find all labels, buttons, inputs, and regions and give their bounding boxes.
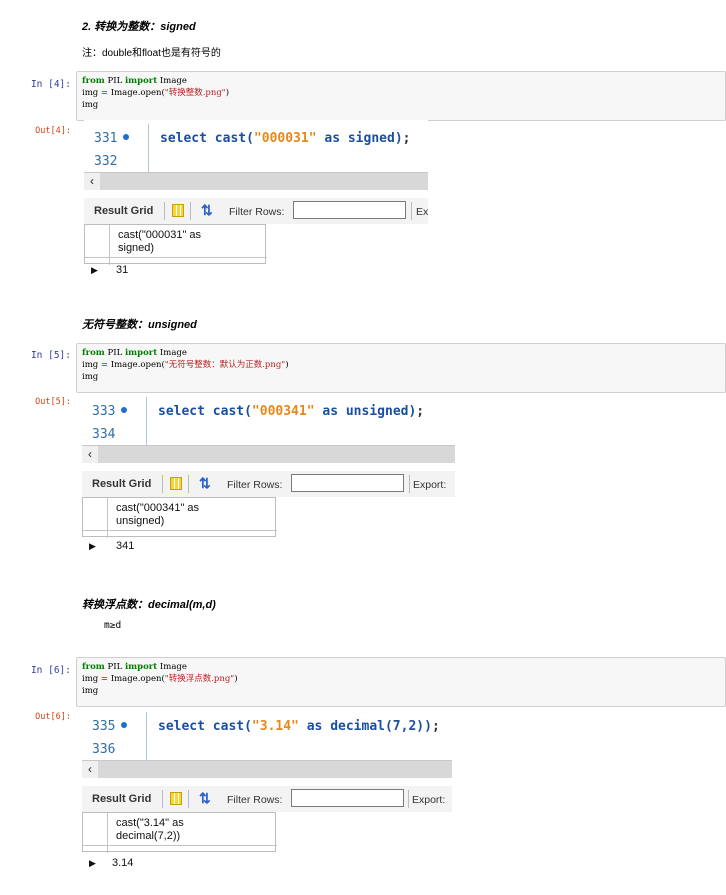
filter-rows-input[interactable] bbox=[291, 474, 404, 492]
sql-editor[interactable]: 335 336 select cast("3.14" as decimal(7,… bbox=[82, 708, 452, 760]
code-line-3: img bbox=[82, 100, 99, 110]
export-label[interactable]: Export: bbox=[412, 794, 445, 806]
line-number-1: 335 bbox=[92, 719, 128, 734]
horizontal-scrollbar[interactable]: ‹ bbox=[82, 760, 452, 778]
section-heading-unsigned: 无符号整数：unsigned bbox=[82, 319, 197, 331]
line-number-2: 334 bbox=[92, 427, 116, 442]
toolbar-divider bbox=[190, 202, 191, 220]
code-line-1: from PIL import Image bbox=[82, 76, 187, 86]
result-cell-value[interactable]: 31 bbox=[116, 264, 128, 276]
out-prompt-5: Out[5]: bbox=[35, 397, 71, 407]
output-screenshot-signed: 331 332 select cast("000031" as signed);… bbox=[84, 120, 428, 276]
header-divider bbox=[83, 530, 277, 531]
breakpoint-dot-icon bbox=[121, 407, 128, 413]
code-line-2: img = Image.open("转换浮点数.png") bbox=[82, 674, 238, 684]
filter-rows-label: Filter Rows: bbox=[229, 206, 285, 218]
section-heading-decimal: 转换浮点数：decimal(m,d) bbox=[82, 599, 216, 611]
toolbar-divider bbox=[188, 790, 189, 808]
export-label[interactable]: Ex bbox=[416, 206, 428, 218]
line-number-1: 331 bbox=[94, 131, 130, 146]
scroll-left-arrow-icon[interactable]: ‹ bbox=[84, 173, 100, 190]
line-number-1: 333 bbox=[92, 404, 128, 419]
out-prompt-4: Out[4]: bbox=[35, 126, 71, 136]
row-header-divider bbox=[109, 225, 110, 265]
in-prompt-6: In [6]: bbox=[30, 665, 71, 676]
in-prompt-4: In [4]: bbox=[30, 79, 71, 90]
result-toolbar: Result Grid ⇅ Filter Rows: Ex bbox=[84, 198, 428, 224]
gutter-divider bbox=[148, 124, 149, 172]
refresh-icon[interactable]: ⇅ bbox=[199, 790, 211, 807]
row-header-divider bbox=[107, 498, 108, 538]
horizontal-scrollbar[interactable]: ‹ bbox=[82, 445, 455, 463]
code-line-3: img bbox=[82, 372, 99, 382]
code-cell-4[interactable]: from PIL import Image img = Image.open("… bbox=[76, 71, 726, 121]
code-line-1: from PIL import Image bbox=[82, 662, 187, 672]
toolbar-divider bbox=[164, 202, 165, 220]
code-line-2: img = Image.open("转换整数.png") bbox=[82, 88, 230, 98]
filter-rows-input[interactable] bbox=[293, 201, 406, 219]
column-header[interactable]: cast("000341" as unsigned) bbox=[116, 502, 199, 528]
row-pointer-icon: ▶ bbox=[89, 858, 96, 868]
row-header-divider bbox=[107, 813, 108, 853]
filter-rows-label: Filter Rows: bbox=[227, 794, 283, 806]
section-note-decimal: m≥d bbox=[104, 620, 122, 631]
filter-rows-input[interactable] bbox=[291, 789, 404, 807]
out-prompt-6: Out[6]: bbox=[35, 712, 71, 722]
result-table: cast("000341" as unsigned) ▶ 341 bbox=[82, 497, 277, 552]
refresh-icon[interactable]: ⇅ bbox=[199, 475, 211, 492]
code-line-1: from PIL import Image bbox=[82, 348, 187, 358]
grid-icon[interactable] bbox=[172, 204, 184, 217]
row-pointer-icon: ▶ bbox=[89, 541, 96, 551]
output-screenshot-decimal: 335 336 select cast("3.14" as decimal(7,… bbox=[82, 708, 452, 870]
row-pointer-icon: ▶ bbox=[91, 265, 98, 275]
output-screenshot-unsigned: 333 334 select cast("000341" as unsigned… bbox=[82, 393, 455, 558]
result-grid-tab[interactable]: Result Grid bbox=[94, 205, 153, 217]
result-table: cast("3.14" as decimal(7,2)) ▶ 3.14 bbox=[82, 812, 277, 869]
toolbar-divider bbox=[162, 475, 163, 493]
column-header[interactable]: cast("3.14" as decimal(7,2)) bbox=[116, 817, 184, 843]
toolbar-divider bbox=[411, 202, 412, 220]
result-cell-value[interactable]: 3.14 bbox=[112, 857, 133, 869]
header-divider bbox=[83, 845, 277, 846]
horizontal-scrollbar[interactable]: ‹ bbox=[84, 172, 428, 190]
header-divider bbox=[85, 257, 267, 258]
scroll-left-arrow-icon[interactable]: ‹ bbox=[82, 446, 98, 463]
code-line-2: img = Image.open("无符号整数：默认为正数.png") bbox=[82, 360, 289, 370]
export-label[interactable]: Export: bbox=[413, 479, 446, 491]
grid-icon[interactable] bbox=[170, 792, 182, 805]
sql-statement: select cast("000341" as unsigned); bbox=[158, 404, 425, 419]
code-cell-6[interactable]: from PIL import Image img = Image.open("… bbox=[76, 657, 726, 707]
column-header[interactable]: cast("000031" as signed) bbox=[118, 229, 201, 255]
grid-icon[interactable] bbox=[170, 477, 182, 490]
toolbar-divider bbox=[162, 790, 163, 808]
breakpoint-dot-icon bbox=[121, 722, 128, 728]
gutter-divider bbox=[146, 712, 147, 760]
breakpoint-dot-icon bbox=[123, 134, 130, 140]
scroll-left-arrow-icon[interactable]: ‹ bbox=[82, 761, 98, 778]
toolbar-divider bbox=[188, 475, 189, 493]
filter-rows-label: Filter Rows: bbox=[227, 479, 283, 491]
toolbar-divider bbox=[408, 790, 409, 808]
section-heading-signed: 2. 转换为整数：signed bbox=[82, 21, 196, 33]
line-number-2: 332 bbox=[94, 154, 118, 169]
result-toolbar: Result Grid ⇅ Filter Rows: Export: bbox=[82, 471, 455, 497]
section-note-signed: 注：double和float也是有符号的 bbox=[82, 48, 221, 59]
toolbar-divider bbox=[409, 475, 410, 493]
gutter-divider bbox=[146, 397, 147, 445]
result-toolbar: Result Grid ⇅ Filter Rows: Export: bbox=[82, 786, 452, 812]
code-cell-5[interactable]: from PIL import Image img = Image.open("… bbox=[76, 343, 726, 393]
sql-statement: select cast("3.14" as decimal(7,2)); bbox=[158, 719, 440, 734]
sql-editor[interactable]: 333 334 select cast("000341" as unsigned… bbox=[82, 393, 455, 445]
in-prompt-5: In [5]: bbox=[30, 350, 71, 361]
sql-editor[interactable]: 331 332 select cast("000031" as signed); bbox=[84, 120, 428, 172]
line-number-2: 336 bbox=[92, 742, 116, 757]
result-table: cast("000031" as signed) ▶ 31 bbox=[84, 224, 267, 276]
result-cell-value[interactable]: 341 bbox=[116, 540, 134, 552]
sql-statement: select cast("000031" as signed); bbox=[160, 131, 411, 146]
code-line-3: img bbox=[82, 686, 99, 696]
result-grid-tab[interactable]: Result Grid bbox=[92, 793, 151, 805]
refresh-icon[interactable]: ⇅ bbox=[201, 202, 213, 219]
result-grid-tab[interactable]: Result Grid bbox=[92, 478, 151, 490]
